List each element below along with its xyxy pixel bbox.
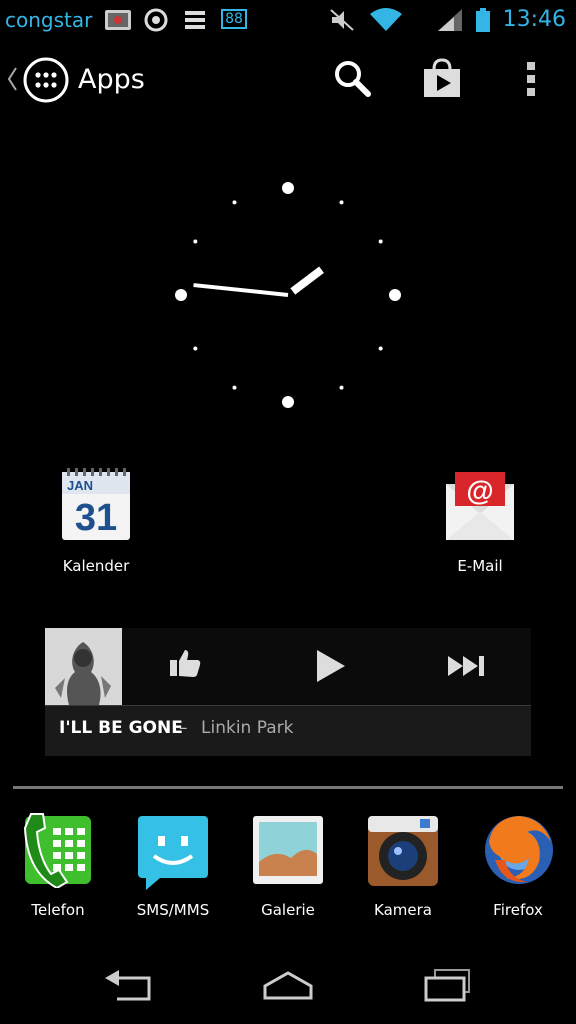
action-bar: Apps: [0, 44, 576, 116]
list-notification-icon: [185, 11, 205, 29]
dock-label: Kamera: [374, 901, 432, 919]
clock-tick: [232, 385, 237, 390]
gallery-icon: [253, 816, 323, 884]
battery-88-notification-icon: 88: [221, 9, 247, 29]
battery-88-text: 88: [225, 11, 243, 27]
navigation-bar: [0, 950, 576, 1024]
app-kalender[interactable]: JAN 31 Kalender: [31, 468, 161, 578]
clock-face: [175, 182, 401, 408]
back-icon[interactable]: [103, 968, 153, 1002]
clock-tick: [282, 396, 294, 408]
clock-tick: [232, 200, 237, 205]
analog-clock-widget[interactable]: [167, 174, 409, 416]
apps-drawer-button[interactable]: Apps: [4, 44, 145, 116]
status-time: 13:46: [502, 7, 566, 32]
dock-label: Galerie: [261, 901, 315, 919]
clock-tick: [378, 346, 383, 351]
dock-label: SMS/MMS: [136, 901, 210, 919]
dock-label: Telefon: [31, 901, 85, 919]
app-email[interactable]: @ E-Mail: [415, 468, 545, 578]
carrier-name: congstar: [5, 8, 93, 32]
back-caret-icon: [7, 67, 17, 91]
clock-tick: [193, 346, 198, 351]
divider: [45, 705, 531, 706]
clock-tick: [339, 385, 344, 390]
dock-kamera[interactable]: Kamera: [348, 810, 458, 930]
dock-galerie[interactable]: Galerie: [233, 810, 343, 930]
email-icon: @: [446, 472, 514, 540]
dock-firefox[interactable]: Firefox: [463, 810, 573, 930]
home-icon[interactable]: [262, 970, 314, 1000]
next-icon[interactable]: [447, 654, 487, 678]
dock-sms[interactable]: SMS/MMS: [118, 810, 228, 930]
song-title: I'LL BE GONE: [59, 718, 183, 738]
mute-icon: [330, 9, 354, 31]
page-title: Apps: [78, 64, 145, 95]
album-art[interactable]: [45, 628, 122, 705]
clock-tick: [175, 289, 187, 301]
play-icon[interactable]: [315, 648, 347, 684]
song-separator: –: [179, 718, 188, 738]
dock-divider: [13, 786, 563, 789]
search-icon[interactable]: [332, 58, 372, 98]
clock-tick: [193, 239, 198, 244]
clock-hour-hand: [290, 266, 324, 295]
status-bar: congstar 88 13:46: [0, 0, 576, 40]
artist-name: Linkin Park: [201, 718, 294, 738]
clock-minute-hand: [193, 283, 289, 297]
play-store-icon[interactable]: [421, 57, 463, 99]
clock-tick: [378, 239, 383, 244]
battery-icon: [476, 8, 490, 32]
phone-icon: [23, 813, 91, 888]
clock-tick: [282, 182, 294, 194]
firefox-icon: [485, 816, 553, 884]
wifi-icon: [370, 8, 402, 31]
dock-label: Firefox: [493, 901, 543, 919]
calendar-icon: JAN 31: [62, 468, 130, 540]
dock-telefon[interactable]: Telefon: [3, 810, 113, 930]
clock-tick: [339, 200, 344, 205]
overflow-menu-icon[interactable]: [524, 60, 538, 98]
thumbs-up-icon[interactable]: [169, 648, 201, 678]
clock-tick: [389, 289, 401, 301]
app-label: Kalender: [62, 557, 130, 575]
camera-icon: [368, 816, 438, 886]
app-label: E-Mail: [457, 557, 503, 575]
music-widget: I'LL BE GONE – Linkin Park: [45, 628, 531, 756]
picture-notification-icon: [105, 10, 131, 30]
svg-text:@: @: [466, 475, 493, 506]
calendar-day: 31: [75, 497, 117, 539]
signal-icon: [438, 9, 462, 31]
apps-grid-icon: [23, 57, 69, 103]
sync-notification-icon: [144, 8, 168, 32]
calendar-month: JAN: [67, 478, 93, 493]
sms-icon: [138, 816, 208, 890]
recent-apps-icon[interactable]: [423, 968, 473, 1002]
